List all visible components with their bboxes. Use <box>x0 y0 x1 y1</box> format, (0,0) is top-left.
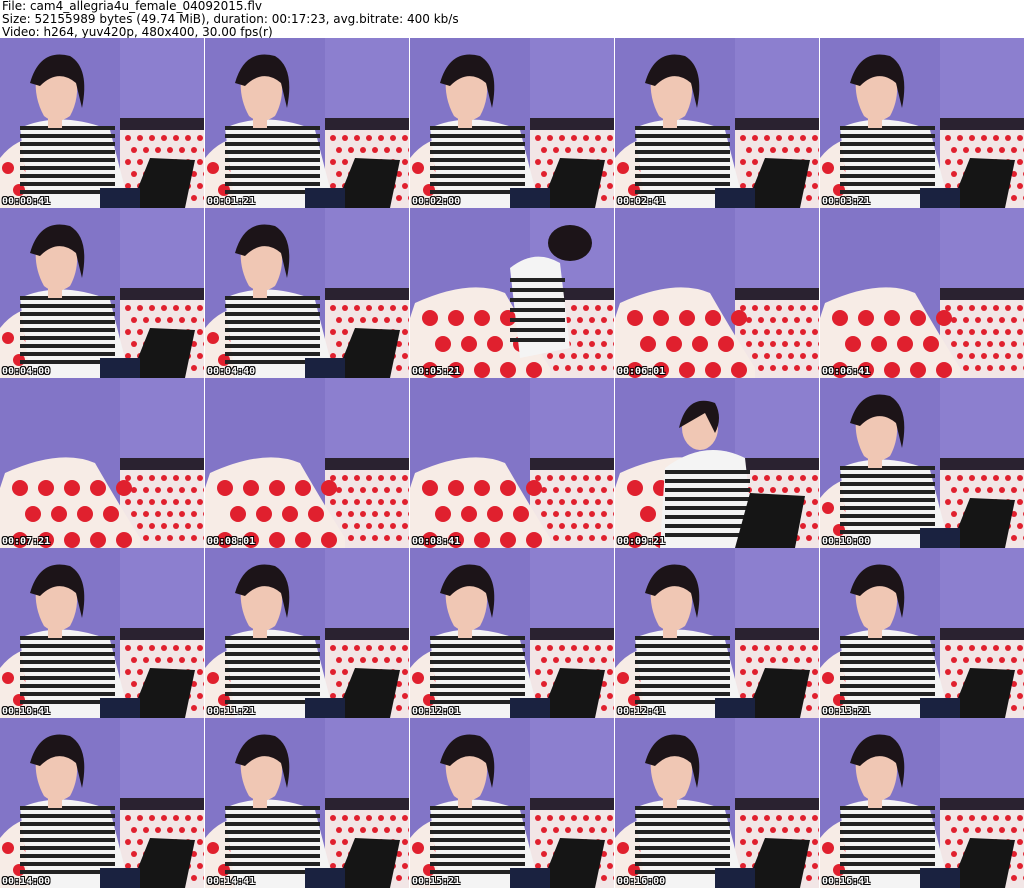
frame-timestamp: 00:11:21 <box>207 706 256 717</box>
frame-timestamp: 00:16:00 <box>617 876 666 887</box>
video-frame-thumbnail: 00:08:41 <box>410 378 614 548</box>
frame-timestamp: 00:15:21 <box>412 876 461 887</box>
video-frame-thumbnail: 00:14:00 <box>0 718 204 888</box>
video-frame-thumbnail: 00:01:21 <box>205 38 409 208</box>
frame-timestamp: 00:04:40 <box>207 366 256 377</box>
frame-image <box>410 38 614 208</box>
frame-image <box>0 378 204 548</box>
frame-timestamp: 00:01:21 <box>207 196 256 207</box>
frame-image <box>820 38 1024 208</box>
frame-image <box>820 378 1024 548</box>
frame-image <box>205 548 409 718</box>
frame-timestamp: 00:09:21 <box>617 536 666 547</box>
video-info-header: File: cam4_allegria4u_female_04092015.fl… <box>2 0 1022 39</box>
video-frame-thumbnail: 00:09:21 <box>615 378 819 548</box>
frame-timestamp: 00:05:21 <box>412 366 461 377</box>
frame-image <box>410 548 614 718</box>
frame-timestamp: 00:03:21 <box>822 196 871 207</box>
video-frame-thumbnail: 00:05:21 <box>410 208 614 378</box>
video-frame-thumbnail: 00:04:00 <box>0 208 204 378</box>
frame-timestamp: 00:02:00 <box>412 196 461 207</box>
video-frame-thumbnail: 00:16:41 <box>820 718 1024 888</box>
frame-image <box>820 718 1024 888</box>
video-frame-thumbnail: 00:12:41 <box>615 548 819 718</box>
frame-timestamp: 00:02:41 <box>617 196 666 207</box>
video-frame-thumbnail: 00:03:21 <box>820 38 1024 208</box>
frame-image <box>205 718 409 888</box>
video-frame-thumbnail: 00:16:00 <box>615 718 819 888</box>
frame-timestamp: 00:08:01 <box>207 536 256 547</box>
frame-timestamp: 00:10:00 <box>822 536 871 547</box>
video-frame-thumbnail: 00:12:01 <box>410 548 614 718</box>
frame-image <box>615 38 819 208</box>
frame-timestamp: 00:16:41 <box>822 876 871 887</box>
video-frame-thumbnail: 00:10:41 <box>0 548 204 718</box>
frame-image <box>205 38 409 208</box>
frame-image <box>615 208 819 378</box>
video-frame-thumbnail: 00:00:41 <box>0 38 204 208</box>
frame-timestamp: 00:08:41 <box>412 536 461 547</box>
video-frame-thumbnail: 00:11:21 <box>205 548 409 718</box>
frame-image <box>0 38 204 208</box>
video-frame-thumbnail: 00:07:21 <box>0 378 204 548</box>
frame-image <box>0 718 204 888</box>
frame-timestamp: 00:14:00 <box>2 876 51 887</box>
video-frame-thumbnail: 00:15:21 <box>410 718 614 888</box>
frame-image <box>410 378 614 548</box>
video-frame-thumbnail: 00:02:41 <box>615 38 819 208</box>
frame-image <box>410 208 614 378</box>
frame-image <box>820 208 1024 378</box>
frame-timestamp: 00:06:41 <box>822 366 871 377</box>
frame-image <box>615 718 819 888</box>
frame-timestamp: 00:12:01 <box>412 706 461 717</box>
frame-image <box>820 548 1024 718</box>
frame-image <box>205 378 409 548</box>
video-frame-thumbnail: 00:06:41 <box>820 208 1024 378</box>
frame-timestamp: 00:06:01 <box>617 366 666 377</box>
video-frame-thumbnail: 00:02:00 <box>410 38 614 208</box>
frame-image <box>615 378 819 548</box>
frame-image <box>615 548 819 718</box>
video-frame-thumbnail: 00:13:21 <box>820 548 1024 718</box>
frame-image <box>0 208 204 378</box>
frame-timestamp: 00:12:41 <box>617 706 666 717</box>
frame-timestamp: 00:10:41 <box>2 706 51 717</box>
frame-image <box>0 548 204 718</box>
video-frame-thumbnail: 00:14:41 <box>205 718 409 888</box>
frame-timestamp: 00:07:21 <box>2 536 51 547</box>
video-frame-thumbnail: 00:10:00 <box>820 378 1024 548</box>
frame-timestamp: 00:14:41 <box>207 876 256 887</box>
video-frame-thumbnail: 00:04:40 <box>205 208 409 378</box>
frame-image <box>205 208 409 378</box>
frame-timestamp: 00:13:21 <box>822 706 871 717</box>
frame-timestamp: 00:00:41 <box>2 196 51 207</box>
frame-image <box>410 718 614 888</box>
video-frame-thumbnail: 00:06:01 <box>615 208 819 378</box>
thumbnail-grid: 00:00:41 00:01:21 00:02:00 00:02:41 00:0… <box>0 38 1024 889</box>
frame-timestamp: 00:04:00 <box>2 366 51 377</box>
video-frame-thumbnail: 00:08:01 <box>205 378 409 548</box>
